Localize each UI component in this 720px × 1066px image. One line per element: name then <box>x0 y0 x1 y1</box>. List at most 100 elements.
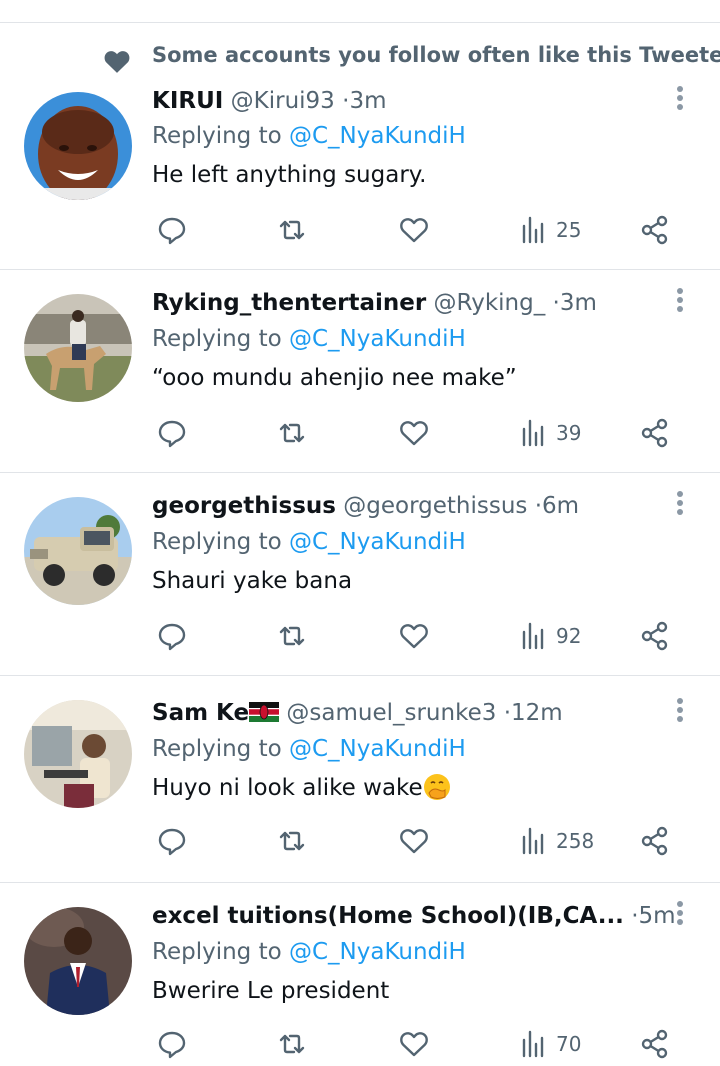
views-chart-icon <box>522 827 544 855</box>
views-button[interactable]: 25 <box>518 212 581 248</box>
reply-button[interactable] <box>156 823 188 859</box>
share-icon <box>641 826 668 856</box>
retweet-button[interactable] <box>276 212 308 248</box>
reply-icon <box>158 1031 186 1059</box>
more-options-icon[interactable] <box>671 86 689 116</box>
avatar[interactable] <box>24 497 132 605</box>
views-chart-icon <box>522 622 544 650</box>
heart-icon <box>104 51 130 73</box>
hand-over-mouth-emoji-icon <box>423 774 450 800</box>
more-options-icon[interactable] <box>671 698 689 728</box>
action-bar: 92 <box>0 618 720 658</box>
more-options-icon[interactable] <box>671 288 689 318</box>
like-button[interactable] <box>398 415 430 451</box>
share-icon <box>641 621 668 651</box>
views-button[interactable]: 92 <box>518 618 581 654</box>
separator-dot: · <box>534 493 543 519</box>
views-chart-icon <box>522 216 544 244</box>
replying-to: Replying to @C_NyaKundiH <box>152 527 466 557</box>
display-name[interactable]: KIRUI <box>152 88 223 114</box>
tweet-4[interactable]: Sam Ke @samuel_srunke3 ·12m Replying to … <box>0 676 720 883</box>
more-options-icon[interactable] <box>671 491 689 521</box>
mention-link[interactable]: @C_NyaKundiH <box>289 939 466 965</box>
retweet-button[interactable] <box>276 1026 308 1062</box>
views-button[interactable]: 39 <box>518 415 581 451</box>
heart-outline-icon <box>400 421 428 446</box>
top-divider <box>0 22 720 23</box>
display-name[interactable]: excel tuitions(Home School)(IB,CA... <box>152 903 624 929</box>
reply-icon <box>158 828 186 856</box>
user-handle[interactable]: @Ryking_ <box>434 290 546 316</box>
user-handle[interactable]: @Kirui93 <box>231 88 335 114</box>
social-context-text: Some accounts you follow often like this… <box>152 43 720 67</box>
reply-icon <box>158 420 186 448</box>
timestamp[interactable]: 12m <box>511 700 563 726</box>
display-name[interactable]: Ryking_thentertainer <box>152 290 426 316</box>
views-count: 39 <box>556 421 582 445</box>
timestamp[interactable]: 3m <box>560 290 597 316</box>
mention-link[interactable]: @C_NyaKundiH <box>289 326 466 352</box>
more-options-icon[interactable] <box>671 901 689 931</box>
share-button[interactable] <box>639 415 671 451</box>
avatar[interactable] <box>24 907 132 1015</box>
views-count: 92 <box>556 624 582 648</box>
share-button[interactable] <box>639 618 671 654</box>
views-button[interactable]: 258 <box>518 823 594 859</box>
heart-outline-icon <box>400 624 428 649</box>
like-button[interactable] <box>398 212 430 248</box>
retweet-button[interactable] <box>276 618 308 654</box>
social-context: Some accounts you follow often like this… <box>0 38 720 78</box>
tweet-1[interactable]: KIRUI @Kirui93 ·3m Replying to @C_NyaKun… <box>0 78 720 270</box>
replying-to-label: Replying to <box>152 123 282 149</box>
tweet-header: KIRUI @Kirui93 ·3m <box>152 86 386 116</box>
action-bar: 25 <box>0 212 720 252</box>
display-name[interactable]: Sam Ke <box>152 700 249 726</box>
separator-dot: · <box>631 903 639 929</box>
reply-button[interactable] <box>156 1026 188 1062</box>
tweet-header: georgethissus @georgethissus ·6m <box>152 491 579 521</box>
avatar[interactable] <box>24 294 132 402</box>
user-handle[interactable]: @georgethissus <box>343 493 527 519</box>
heart-outline-icon <box>400 829 428 854</box>
replying-to: Replying to @C_NyaKundiH <box>152 734 466 764</box>
separator-dot: · <box>552 290 560 316</box>
share-button[interactable] <box>639 212 671 248</box>
timestamp[interactable]: 3m <box>349 88 386 114</box>
user-handle[interactable]: @samuel_srunke3 <box>286 700 496 726</box>
tweet-5[interactable]: excel tuitions(Home School)(IB,CA... ·5m… <box>0 883 720 1059</box>
timestamp[interactable]: 6m <box>542 493 579 519</box>
avatar[interactable] <box>24 700 132 808</box>
heart-outline-icon <box>400 1032 428 1057</box>
views-button[interactable]: 70 <box>518 1026 581 1062</box>
tweet-text: “ooo mundu ahenjio nee make” <box>152 365 517 391</box>
mention-link[interactable]: @C_NyaKundiH <box>289 123 466 149</box>
tweet-header: Sam Ke @samuel_srunke3 ·12m <box>152 698 563 728</box>
replying-to-label: Replying to <box>152 736 282 762</box>
display-name[interactable]: georgethissus <box>152 493 336 519</box>
retweet-button[interactable] <box>276 823 308 859</box>
like-button[interactable] <box>398 823 430 859</box>
avatar[interactable] <box>24 92 132 200</box>
replying-to-label: Replying to <box>152 326 282 352</box>
reply-button[interactable] <box>156 212 188 248</box>
retweet-icon <box>279 831 305 851</box>
tweet-text-content: Huyo ni look alike wake <box>152 775 423 801</box>
share-button[interactable] <box>639 823 671 859</box>
mention-link[interactable]: @C_NyaKundiH <box>289 529 466 555</box>
reply-button[interactable] <box>156 618 188 654</box>
retweet-button[interactable] <box>276 415 308 451</box>
retweet-icon <box>279 423 305 443</box>
tweet-text: He left anything sugary. <box>152 162 427 188</box>
tweet-3[interactable]: georgethissus @georgethissus ·6m Replyin… <box>0 473 720 676</box>
like-button[interactable] <box>398 618 430 654</box>
replying-to-label: Replying to <box>152 529 282 555</box>
reply-button[interactable] <box>156 415 188 451</box>
like-button[interactable] <box>398 1026 430 1062</box>
share-button[interactable] <box>639 1026 671 1062</box>
retweet-icon <box>279 626 305 646</box>
tweet-2[interactable]: Ryking_thentertainer @Ryking_ ·3m Replyi… <box>0 270 720 473</box>
replying-to-label: Replying to <box>152 939 282 965</box>
share-icon <box>641 1029 668 1059</box>
tweet-text: Huyo ni look alike wake <box>152 773 451 803</box>
mention-link[interactable]: @C_NyaKundiH <box>289 736 466 762</box>
